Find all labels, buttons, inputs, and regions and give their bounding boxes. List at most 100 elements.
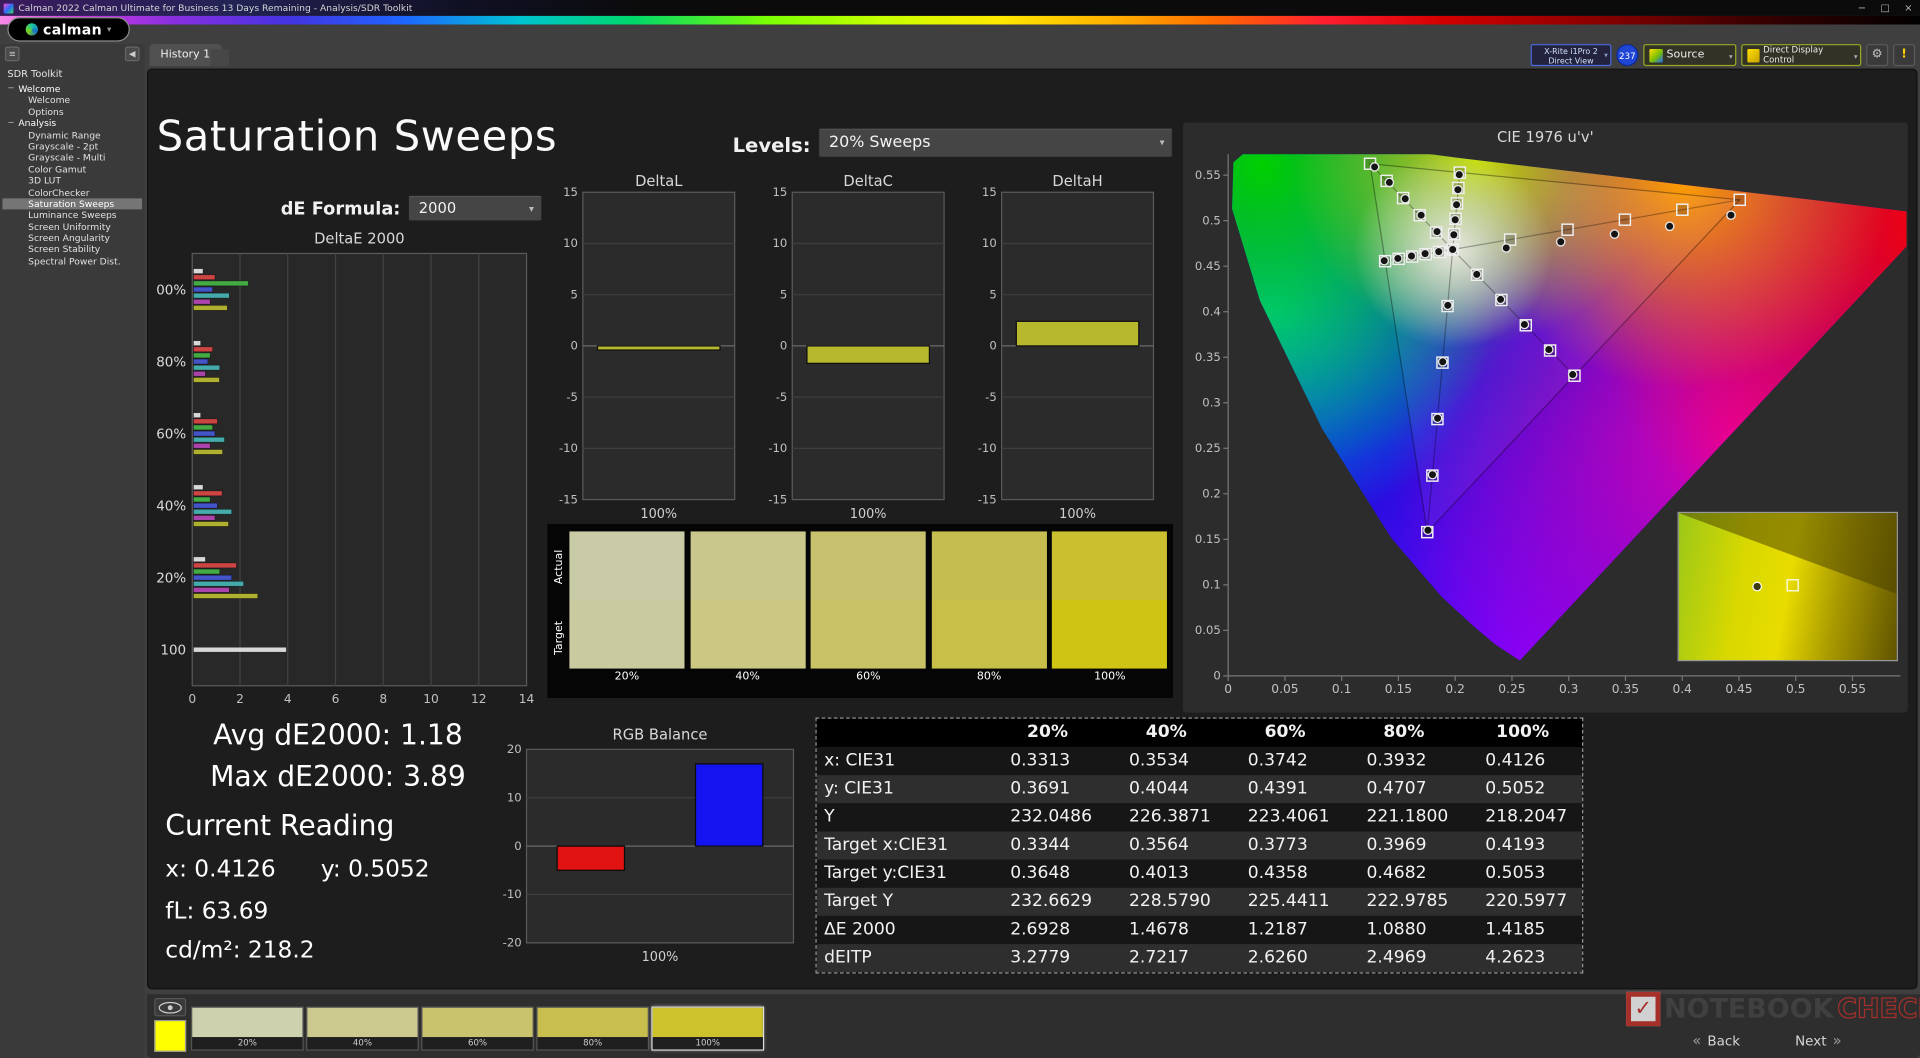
x-axis-label: 100% (1059, 507, 1096, 522)
sidebar-item-label: Spectral Power Dist. (28, 256, 120, 268)
settings-button[interactable]: ⚙ (1866, 44, 1888, 66)
table-row-label: Target x:CIE31 (817, 831, 988, 859)
sidebar-item-screen-angularity[interactable]: Screen Angularity (2, 233, 142, 244)
cie-measured-cyan (1394, 254, 1402, 262)
x-tick-label: 0.25 (1498, 682, 1525, 696)
chevron-down-icon: ▾ (1729, 53, 1733, 62)
back-button[interactable]: « Back (1692, 1032, 1740, 1049)
new-tab-button[interactable] (211, 49, 229, 66)
deltaE-bar-white (193, 413, 200, 418)
table-row-y: Y232.0486226.3871223.4061221.1800218.204… (817, 803, 1582, 831)
table-cell: 2.6260 (1226, 944, 1345, 972)
footer-swatch-40%[interactable]: 40% (306, 1007, 419, 1051)
swatch-actual (569, 531, 684, 600)
swatch-target (1052, 600, 1167, 669)
y-tick-label: -10 (768, 441, 787, 455)
sidebar-item-screen-uniformity[interactable]: Screen Uniformity (2, 221, 142, 232)
maximize-button[interactable]: □ (1873, 2, 1896, 13)
footer-swatch-100%[interactable]: 100% (651, 1007, 764, 1051)
table-header-cell: 60% (1226, 719, 1345, 747)
notebookcheck-logo-icon: ✓ (1626, 992, 1660, 1026)
calman-menu-button[interactable]: calman ▾ (7, 17, 129, 41)
current-color-preview[interactable] (154, 1020, 186, 1052)
inset-target-marker (1787, 579, 1799, 591)
sidebar-collapse-button[interactable]: ◀ (125, 47, 140, 62)
sidebar-item-label: Analysis (18, 118, 56, 130)
levels-value: 20% Sweeps (819, 133, 1159, 151)
measurement-table: 20%40%60%80%100%x: CIE310.33130.35340.37… (816, 718, 1584, 974)
sidebar-item-spectral-power-dist[interactable]: Spectral Power Dist. (2, 256, 142, 267)
deltaE-bar-magenta (193, 299, 210, 304)
cie-measured-green (1370, 163, 1378, 171)
sidebar-item-welcome[interactable]: Welcome (2, 95, 142, 106)
alert-button[interactable]: ! (1893, 44, 1915, 66)
swatch-40% (690, 531, 805, 668)
table-cell: 223.4061 (1226, 803, 1345, 831)
footer-swatch-20%[interactable]: 20% (191, 1007, 304, 1051)
y-tick-label: 0.15 (1195, 532, 1221, 546)
sidebar-menu-button[interactable]: ≡ (5, 47, 20, 62)
close-button[interactable]: × (1897, 2, 1920, 13)
chevron-down-icon: ▾ (529, 203, 541, 214)
meter-button[interactable]: X-Rite i1Pro 2 Direct View ▾ (1531, 44, 1612, 66)
sidebar-item-analysis[interactable]: −Analysis (2, 118, 142, 129)
levels-dropdown[interactable]: 20% Sweeps ▾ (818, 127, 1173, 158)
category-label: 20% (157, 572, 187, 587)
sidebar-item-label: Options (28, 106, 63, 118)
cie-measured-yellow (1451, 216, 1459, 224)
sidebar-item-options[interactable]: Options (2, 106, 142, 117)
de-formula-dropdown[interactable]: 2000 ▾ (408, 195, 543, 222)
x-tick-label: 12 (471, 692, 487, 706)
table-header-cell: 100% (1463, 719, 1582, 747)
table-header-cell (817, 719, 988, 747)
deltaE-bar-red (193, 347, 212, 352)
sidebar-item-welcome[interactable]: −Welcome (2, 83, 142, 94)
sidebar-item-dynamic-range[interactable]: Dynamic Range (2, 129, 142, 140)
table-cell: 0.4044 (1107, 775, 1226, 803)
deltaE-bar-red (193, 491, 222, 496)
swatch-label: 100% (1052, 671, 1167, 683)
display-control-label: Direct Display Control (1763, 45, 1848, 65)
sidebar-item-color-gamut[interactable]: Color Gamut (2, 164, 142, 175)
y-tick-label: 0.35 (1195, 350, 1221, 364)
deltaE-bar-cyan (193, 365, 219, 370)
footer-swatch-60%[interactable]: 60% (421, 1007, 534, 1051)
y-tick-label: 0.5 (1202, 213, 1221, 227)
deltaE-bar-yellow (193, 305, 227, 310)
sidebar-item-saturation-sweeps[interactable]: Saturation Sweeps (2, 198, 142, 209)
sidebar-item-grayscale-2pt[interactable]: Grayscale - 2pt (2, 141, 142, 152)
sidebar-item-luminance-sweeps[interactable]: Luminance Sweeps (2, 210, 142, 221)
deltaE-bar-green (193, 569, 219, 574)
deltaE-bar-red (193, 563, 236, 568)
deltaE-bar-yellow (193, 377, 219, 382)
preview-eye-button[interactable] (154, 998, 186, 1016)
actual-target-swatch-strip: ActualTarget20%40%60%80%100% (547, 524, 1173, 698)
source-button[interactable]: Source ▾ (1643, 44, 1736, 66)
x-tick-label: 2 (236, 692, 244, 706)
page-title: Saturation Sweeps (157, 113, 558, 162)
meter-count-badge[interactable]: 237 (1616, 44, 1638, 66)
deltaE-bar-cyan (193, 437, 224, 442)
plot-area (192, 253, 526, 685)
footer-swatch-80%[interactable]: 80% (536, 1007, 649, 1051)
sidebar-item-label: Dynamic Range (28, 129, 101, 141)
deltaC-bar (807, 346, 929, 363)
footer-swatch-color (422, 1008, 532, 1037)
table-cell: 220.5977 (1463, 888, 1582, 916)
sidebar-item-screen-stability[interactable]: Screen Stability (2, 244, 142, 255)
tree-expander-icon[interactable]: − (7, 118, 16, 130)
y-tick-label: 0.4 (1202, 304, 1221, 318)
max-de2000-value: Max dE2000: 3.89 (159, 762, 517, 794)
y-tick-label: -5 (985, 390, 997, 404)
display-control-button[interactable]: Direct Display Control ▾ (1741, 44, 1861, 66)
cie-target-red (1619, 214, 1630, 225)
sidebar-item-grayscale-multi[interactable]: Grayscale - Multi (2, 152, 142, 163)
table-cell: 232.0486 (988, 803, 1107, 831)
sidebar-item-3d-lut[interactable]: 3D LUT (2, 175, 142, 186)
swatch-target (811, 600, 926, 669)
sidebar-item-colorchecker[interactable]: ColorChecker (2, 187, 142, 198)
next-button[interactable]: Next » (1795, 1032, 1842, 1049)
tree-expander-icon[interactable]: − (7, 83, 16, 95)
table-cell: 0.4126 (1463, 747, 1582, 775)
minimize-button[interactable]: − (1850, 2, 1873, 13)
